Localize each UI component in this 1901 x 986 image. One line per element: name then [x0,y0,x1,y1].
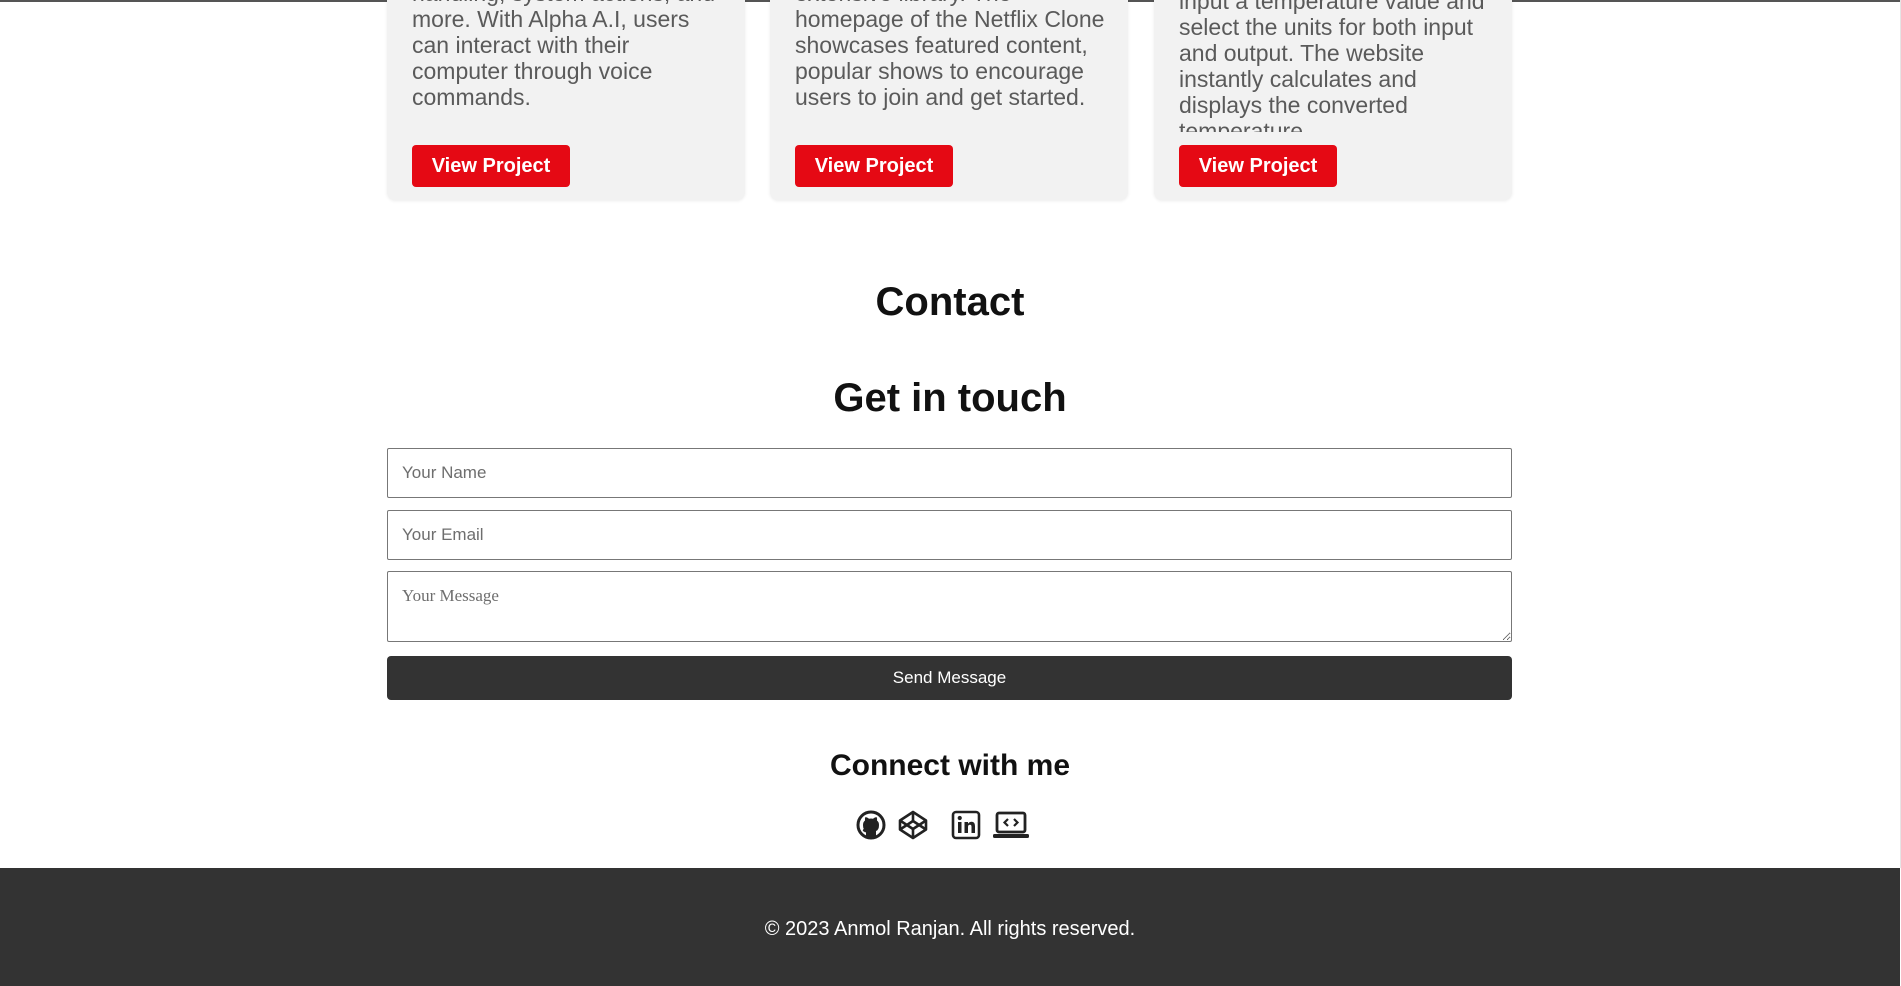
project-card: handling, system actions, and more. With… [387,0,745,200]
site-footer: © 2023 Anmol Ranjan. All rights reserved… [0,868,1900,986]
page: handling, system actions, and more. With… [0,0,1900,986]
project-description: extensive library. The homepage of the N… [795,0,1105,110]
contact-form-title: Get in touch [833,376,1067,420]
project-card: input a temperature value and select the… [1154,0,1512,200]
social-links [0,808,1900,842]
project-card: extensive library. The homepage of the N… [770,0,1128,200]
email-input[interactable] [387,510,1512,560]
view-project-button[interactable]: View Project [795,145,953,187]
project-description: input a temperature value and select the… [1179,0,1485,132]
contact-section-title: Contact [875,280,1025,324]
view-project-button[interactable]: View Project [412,145,570,187]
github-icon[interactable] [854,808,888,842]
send-message-button[interactable]: Send Message [387,656,1512,700]
view-project-button[interactable]: View Project [1179,145,1337,187]
copyright-text: © 2023 Anmol Ranjan. All rights reserved… [764,918,1136,940]
codepen-icon[interactable] [896,808,930,842]
connect-title: Connect with me [829,749,1070,782]
name-input[interactable] [387,448,1512,498]
linkedin-icon[interactable] [949,808,983,842]
portfolio-icon[interactable] [992,808,1030,842]
project-description: handling, system actions, and more. With… [412,0,715,110]
message-textarea[interactable] [387,571,1512,642]
